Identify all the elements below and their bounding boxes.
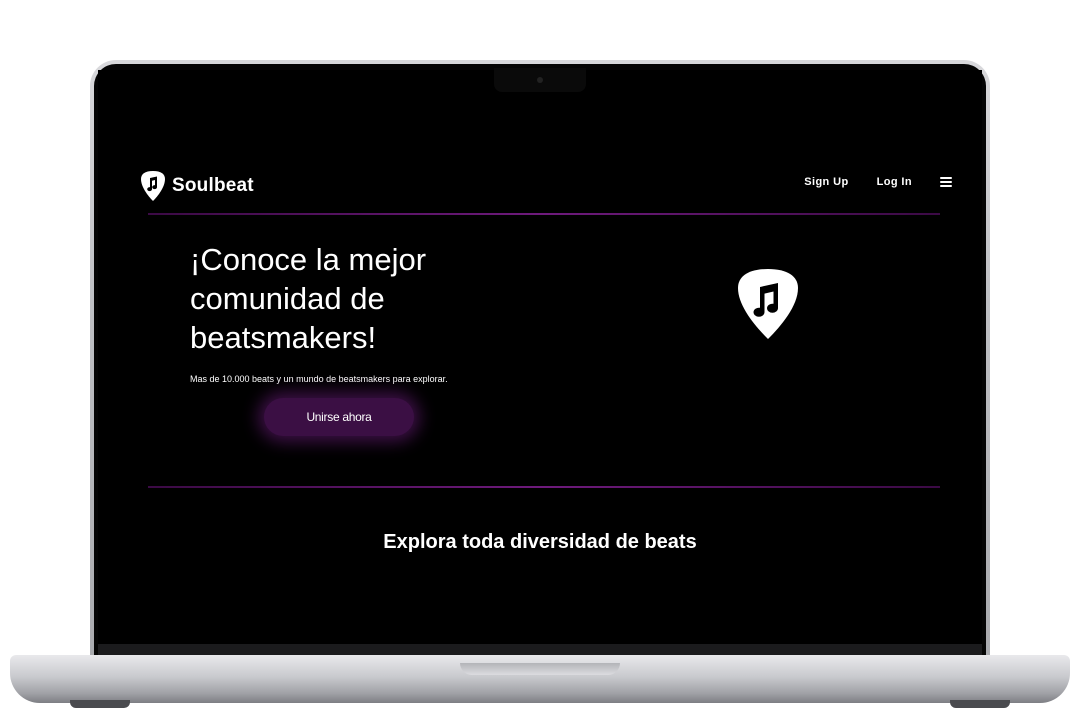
website-screen: Soulbeat Sign Up Log In ¡Conoce la mejor… — [98, 70, 982, 644]
join-now-label: Unirse ahora — [306, 410, 372, 424]
hamburger-menu-icon[interactable] — [940, 177, 952, 187]
guitar-pick-music-note-icon — [738, 269, 798, 339]
brand-name: Soulbeat — [172, 175, 254, 196]
laptop-foot-right — [950, 700, 1010, 708]
log-in-link[interactable]: Log In — [877, 176, 912, 188]
explore-section-title: Explora toda diversidad de beats — [383, 530, 697, 553]
join-now-button[interactable]: Unirse ahora — [264, 398, 414, 436]
guitar-pick-icon — [141, 171, 165, 201]
laptop-foot-left — [70, 700, 130, 708]
header-divider — [148, 213, 940, 215]
hero-subtitle: Mas de 10.000 beats y un mundo de beatsm… — [190, 374, 448, 384]
sign-up-link[interactable]: Sign Up — [804, 176, 848, 188]
laptop-opening-lip — [460, 663, 620, 675]
brand-logo[interactable]: Soulbeat — [140, 170, 254, 202]
header-nav: Sign Up Log In — [804, 176, 952, 188]
laptop-mockup: Soulbeat Sign Up Log In ¡Conoce la mejor… — [0, 0, 1080, 712]
section-divider — [148, 486, 940, 488]
camera-icon — [537, 77, 543, 83]
hero-title: ¡Conoce la mejor comunidad de beatsmaker… — [190, 242, 427, 355]
